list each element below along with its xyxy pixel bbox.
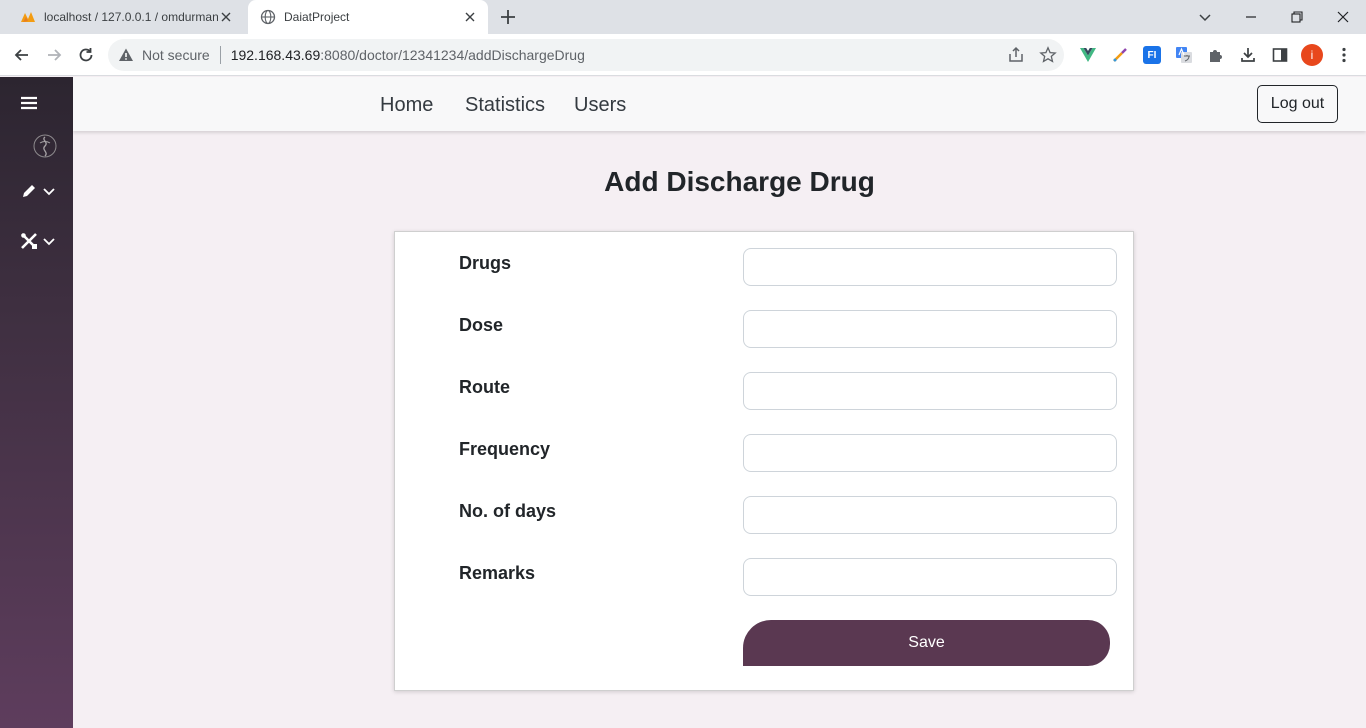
- chevron-down-icon: [43, 238, 55, 246]
- drugs-label: Drugs: [459, 253, 512, 273]
- nav-users-link[interactable]: Users: [574, 94, 626, 117]
- reload-button[interactable]: [75, 44, 97, 66]
- page-title: Add Discharge Drug: [604, 166, 875, 197]
- side-panel-icon[interactable]: [1271, 46, 1289, 64]
- browser-tab-phpmyadmin[interactable]: localhost / 127.0.0.1 / omdurman: [8, 0, 244, 34]
- globe-icon: [260, 9, 276, 25]
- restore-button[interactable]: [1286, 6, 1308, 28]
- remarks-input[interactable]: [743, 558, 1117, 596]
- browser-toolbar: Not secure 192.168.43.69:8080/doctor/123…: [0, 34, 1366, 76]
- sidebar-item-edit[interactable]: [18, 181, 58, 201]
- chevron-down-icon: [43, 188, 55, 196]
- days-label: No. of days: [459, 501, 557, 521]
- nav-home-link[interactable]: Home: [380, 94, 433, 117]
- tools-icon: [21, 233, 37, 249]
- close-icon: [1337, 11, 1349, 23]
- color-picker-icon[interactable]: [1111, 46, 1129, 64]
- close-tab-icon[interactable]: [218, 9, 234, 25]
- nav-statistics-link[interactable]: Statistics: [465, 94, 545, 117]
- translate-ext-icon[interactable]: FI: [1143, 46, 1161, 64]
- chevron-down-icon: [1199, 14, 1211, 22]
- profile-avatar[interactable]: i: [1301, 44, 1323, 66]
- app-sidebar: [0, 77, 73, 728]
- close-window-button[interactable]: [1332, 6, 1354, 28]
- minimize-button[interactable]: [1240, 6, 1262, 28]
- url-path: :8080/doctor/12341234/addDischargeDrug: [320, 47, 585, 63]
- sidebar-item-tools[interactable]: [18, 231, 58, 251]
- tab-search-button[interactable]: [1194, 6, 1216, 28]
- remarks-label: Remarks: [459, 563, 536, 583]
- page-title-wrap: Add Discharge Drug: [73, 166, 1366, 198]
- vue-devtools-icon[interactable]: [1079, 46, 1097, 64]
- dose-input[interactable]: [743, 310, 1117, 348]
- logo-icon: [30, 131, 60, 161]
- star-icon[interactable]: [1039, 46, 1057, 64]
- address-separator: [219, 46, 221, 64]
- tab-title: localhost / 127.0.0.1 / omdurman: [44, 10, 218, 24]
- days-input[interactable]: [743, 496, 1117, 534]
- pencil-icon: [23, 185, 35, 197]
- frequency-input[interactable]: [743, 434, 1117, 472]
- route-label: Route: [459, 377, 510, 397]
- minimize-icon: [1246, 16, 1256, 18]
- logout-button[interactable]: Log out: [1257, 85, 1338, 123]
- discharge-drug-form: Drugs Dose Route Frequency No. of days R…: [394, 231, 1134, 691]
- download-icon[interactable]: [1239, 46, 1257, 64]
- hamburger-icon[interactable]: [19, 95, 39, 111]
- route-input[interactable]: [743, 372, 1117, 410]
- security-label: Not secure: [142, 47, 210, 63]
- address-bar[interactable]: Not secure 192.168.43.69:8080/doctor/123…: [108, 39, 1064, 71]
- share-icon[interactable]: [1007, 46, 1025, 64]
- dose-label: Dose: [459, 315, 504, 335]
- browser-tab-daiatproject[interactable]: DaiatProject: [248, 0, 488, 34]
- save-button[interactable]: Save: [743, 620, 1110, 666]
- puzzle-icon[interactable]: [1207, 46, 1225, 64]
- close-tab-icon[interactable]: [462, 9, 478, 25]
- restore-icon: [1291, 11, 1303, 23]
- google-translate-icon[interactable]: [1175, 46, 1193, 64]
- frequency-label: Frequency: [459, 439, 551, 459]
- url-host: 192.168.43.69: [230, 47, 321, 63]
- forward-button[interactable]: [43, 44, 65, 66]
- reload-icon: [79, 48, 93, 62]
- new-tab-button[interactable]: [498, 7, 518, 27]
- drugs-input[interactable]: [743, 248, 1117, 286]
- warning-icon: [119, 48, 133, 61]
- top-navbar: Home Statistics Users Log out: [73, 77, 1366, 131]
- plus-icon: [501, 10, 515, 24]
- arrow-left-icon: [14, 49, 28, 61]
- kebab-menu-icon[interactable]: [1335, 46, 1353, 64]
- browser-tab-strip: localhost / 127.0.0.1 / omdurman DaiatPr…: [0, 0, 1366, 34]
- phpmyadmin-icon: [21, 12, 35, 22]
- back-button[interactable]: [11, 44, 33, 66]
- tab-title: DaiatProject: [284, 10, 350, 24]
- arrow-right-icon: [48, 49, 62, 61]
